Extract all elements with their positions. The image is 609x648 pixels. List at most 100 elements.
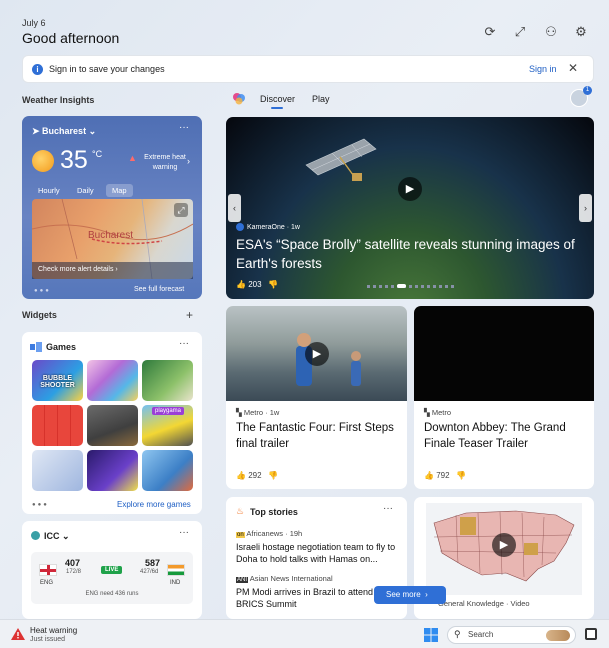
see-more-button[interactable]: See more › — [374, 586, 446, 604]
windows-start-icon[interactable] — [424, 628, 438, 642]
england-flag-icon — [39, 564, 57, 576]
cricket-score-card[interactable]: ENG 407 172/8 LIVE 587 427/6d IND ENG ne… — [31, 552, 193, 604]
map-city-label: Bucharest — [88, 230, 134, 241]
games-title: Games — [46, 342, 77, 352]
team1-sub: 172/8 — [66, 569, 82, 575]
chevron-right-icon[interactable]: › — [187, 156, 190, 166]
hero-source[interactable]: KameraOne · 1w — [236, 223, 300, 231]
like-button[interactable]: 👍 203 👎 — [236, 280, 278, 289]
info-icon: i — [32, 64, 43, 75]
search-highlight-image — [546, 630, 570, 641]
story-title[interactable]: PM Modi arrives in Brazil to attend BRIC… — [236, 586, 376, 610]
add-widget-icon[interactable]: + — [186, 308, 193, 322]
satellite-image — [305, 138, 377, 181]
weather-location[interactable]: ➤ Bucharest ⌄ — [32, 126, 96, 137]
article-source: ▚ Metro · 1w — [236, 408, 280, 417]
tab-hourly[interactable]: Hourly — [32, 184, 66, 197]
tab-discover[interactable]: Discover — [260, 94, 295, 104]
discover-logo-icon — [233, 93, 245, 105]
article-title[interactable]: The Fantastic Four: First Steps final tr… — [236, 420, 396, 452]
task-view-icon[interactable] — [585, 628, 597, 640]
game-tile-blocks[interactable] — [32, 405, 83, 446]
people-settings-icon[interactable]: ⚇ — [543, 24, 559, 40]
gear-icon[interactable]: ⚙ — [573, 24, 589, 40]
close-icon[interactable]: ✕ — [568, 61, 578, 75]
story-title[interactable]: Israeli hostage negotiation team to fly … — [236, 541, 401, 565]
match-summary: ENG need 436 runs — [85, 591, 139, 597]
heat-warning-title[interactable]: Heat warning — [30, 626, 77, 635]
hero-title[interactable]: ESA's “Space Brolly” satellite reveals s… — [236, 235, 586, 273]
game-tile-stickman[interactable] — [32, 450, 83, 491]
game-tile-cars[interactable] — [87, 405, 138, 446]
icc-widget: ICC ⌄ ··· ENG 407 172/8 LIVE 587 427/6d … — [22, 521, 202, 619]
game-tile-bubble-shooter[interactable]: BUBBLE SHOOTER — [32, 360, 83, 401]
game-tile-label: BUBBLE SHOOTER — [40, 375, 75, 389]
story-source: ANI Asian News International — [236, 574, 333, 583]
article-card-downton-abbey[interactable]: ▚ Metro Downton Abbey: The Grand Finale … — [414, 306, 594, 489]
more-options-icon[interactable]: ··· — [179, 338, 189, 349]
play-icon[interactable]: ▶ — [305, 342, 329, 366]
article-title[interactable]: Downton Abbey: The Grand Finale Teaser T… — [424, 420, 584, 452]
play-icon[interactable]: ▶ — [398, 177, 422, 201]
game-tile-label: playgama — [152, 407, 185, 415]
date-label: July 6 — [22, 18, 46, 28]
more-options-icon[interactable]: ··· — [179, 527, 189, 538]
team2-sub: 427/6d — [140, 569, 159, 575]
article-source: ▚ Metro — [424, 408, 452, 417]
search-icon: ⚲ — [454, 629, 461, 639]
weather-section-label: Weather Insights — [22, 95, 95, 105]
pager-dots[interactable]: ●●● — [34, 288, 51, 294]
article-thumbnail — [414, 306, 594, 401]
alert-details-link[interactable]: Check more alert details › — [32, 262, 193, 279]
team2-code: IND — [170, 580, 181, 586]
search-placeholder: Search — [468, 630, 494, 639]
game-tile-racing[interactable]: playgama — [142, 405, 193, 446]
hero-article[interactable]: ▶ KameraOne · 1w ESA's “Space Brolly” sa… — [226, 117, 594, 299]
like-button[interactable]: 👍 292 👎 — [236, 471, 278, 480]
expand-icon[interactable]: ⤢ — [512, 24, 528, 40]
like-button[interactable]: 👍 792 👎 — [424, 471, 466, 480]
tab-map[interactable]: Map — [106, 184, 133, 197]
icc-title[interactable]: ICC ⌄ — [44, 531, 70, 542]
temperature: 35 — [60, 146, 88, 174]
warning-icon: ▲ — [128, 153, 137, 163]
team1-code: ENG — [40, 580, 54, 586]
play-icon[interactable]: ▶ — [492, 533, 516, 557]
heat-warning-icon — [11, 628, 25, 640]
taskbar: Heat warning Just issued ⚲ Search — [0, 619, 609, 648]
game-tile-arrow[interactable] — [87, 450, 138, 491]
flame-icon: ♨ — [236, 506, 245, 516]
tab-play[interactable]: Play — [312, 94, 330, 104]
more-options-icon[interactable]: ··· — [179, 122, 189, 133]
widgets-section-label: Widgets — [22, 310, 57, 320]
tab-daily[interactable]: Daily — [71, 184, 100, 197]
article-card-fantastic-four[interactable]: ▶ ▚ Metro · 1w The Fantastic Four: First… — [226, 306, 407, 489]
more-options-icon[interactable]: ··· — [383, 503, 393, 514]
forecast-link[interactable]: See full forecast — [134, 286, 184, 293]
carousel-dots[interactable] — [367, 285, 455, 288]
carousel-next-button[interactable]: › — [579, 194, 592, 222]
pager-dots[interactable]: ●●● — [32, 502, 49, 508]
carousel-prev-button[interactable]: ‹ — [228, 194, 241, 222]
signin-message: Sign in to save your changes — [49, 64, 165, 74]
icc-icon — [31, 531, 40, 540]
taskbar-search[interactable]: ⚲ Search — [447, 626, 576, 644]
game-tile-mahjong[interactable] — [142, 360, 193, 401]
games-widget: Games ··· BUBBLE SHOOTER playgama ●●● Ex… — [22, 332, 202, 514]
sun-icon — [32, 150, 54, 172]
weather-card[interactable]: ➤ Bucharest ⌄ ··· 35 °C ▲ Extreme heat wa… — [22, 116, 202, 299]
game-tile-runner[interactable] — [142, 450, 193, 491]
india-flag-icon — [167, 564, 185, 576]
explore-games-link[interactable]: Explore more games — [117, 500, 191, 509]
greeting: Good afternoon — [22, 30, 120, 46]
video-caption: General Knowledge · Video — [438, 599, 530, 608]
team1-score: 407 — [65, 558, 81, 568]
story-source: on Africanews · 19h — [236, 529, 303, 538]
notification-badge: 1 — [583, 86, 592, 95]
expand-map-icon[interactable]: ⤢ — [174, 203, 188, 217]
heat-alert[interactable]: Extreme heat warning — [140, 153, 190, 173]
top-stories-title: Top stories — [250, 507, 298, 517]
signin-link[interactable]: Sign in — [529, 64, 557, 74]
refresh-icon[interactable]: ⟳ — [482, 24, 498, 40]
game-tile-colors[interactable] — [87, 360, 138, 401]
